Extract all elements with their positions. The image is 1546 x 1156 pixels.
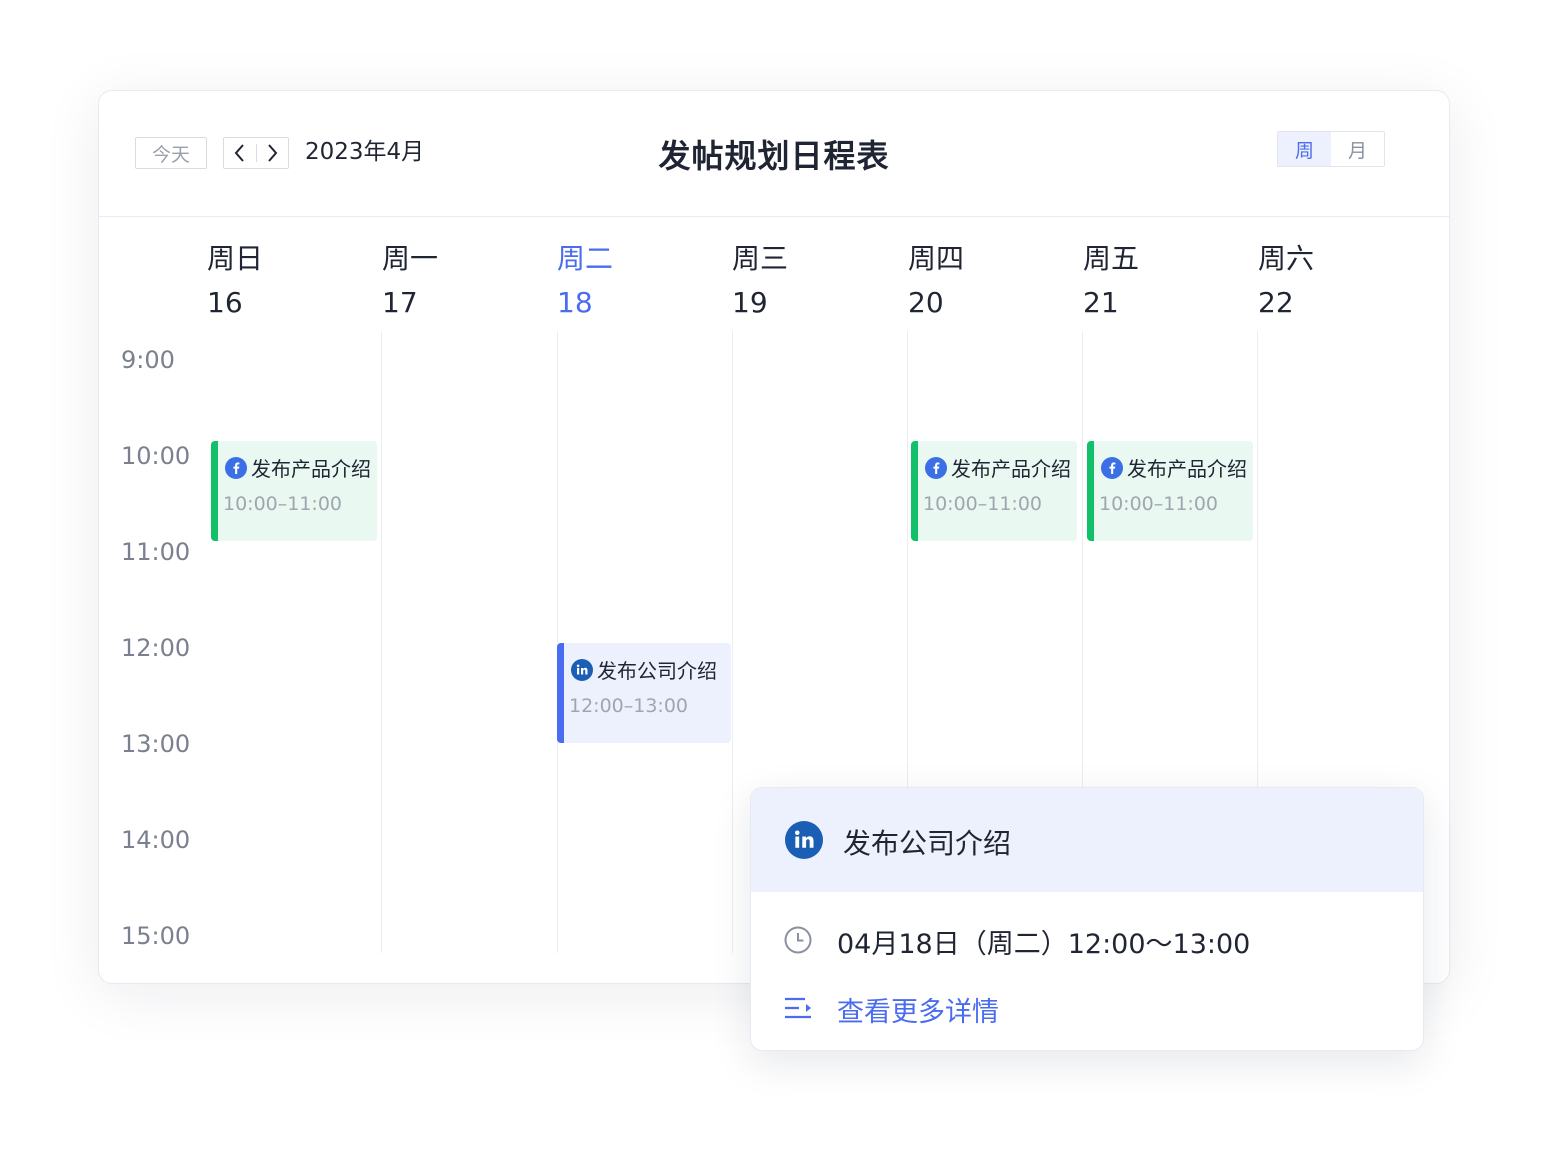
day-header-sun: 周日 16	[207, 239, 377, 323]
day-header-thu: 周四 20	[908, 239, 1078, 323]
time-label: 12:00	[121, 634, 191, 662]
day-header-tue: 周二 18	[557, 239, 727, 323]
facebook-icon	[1101, 456, 1123, 479]
popover-title: 发布公司介绍	[843, 827, 1012, 860]
time-label: 10:00	[121, 442, 191, 470]
event-card[interactable]: 发布公司介绍 12:00–13:00	[557, 643, 731, 743]
view-week-button[interactable]: 周	[1278, 132, 1331, 166]
day-number: 16	[207, 286, 243, 319]
page-title: 发帖规划日程表	[658, 137, 890, 175]
popover-datetime: 04月18日（周二）12:00～13:00	[837, 929, 1251, 960]
calendar-header: 今天 2023年4月 发帖规划日程表 周 月	[99, 91, 1449, 217]
column-divider	[557, 331, 558, 953]
view-switch: 周 月	[1277, 131, 1385, 167]
day-number: 17	[382, 286, 418, 319]
popover-datetime-row: 04月18日（周二）12:00～13:00	[783, 922, 1250, 961]
time-label: 15:00	[121, 922, 191, 950]
day-header-sat: 周六 22	[1258, 239, 1428, 323]
day-name: 周日	[207, 242, 264, 275]
details-list-icon	[783, 993, 813, 1027]
column-divider	[732, 331, 733, 953]
time-label: 14:00	[121, 826, 191, 854]
day-number: 18	[557, 286, 593, 319]
day-name: 周三	[732, 242, 789, 275]
event-title: 发布产品介绍	[251, 457, 371, 481]
popover-header: 发布公司介绍	[751, 788, 1423, 892]
day-header-fri: 周五 21	[1083, 239, 1253, 323]
day-number: 20	[908, 286, 944, 319]
event-title: 发布产品介绍	[951, 457, 1071, 481]
view-month-button[interactable]: 月	[1331, 132, 1384, 166]
day-name: 周一	[382, 242, 439, 275]
day-name: 周五	[1083, 242, 1140, 275]
column-divider	[381, 331, 382, 953]
day-number: 21	[1083, 286, 1119, 319]
event-title: 发布产品介绍	[1127, 457, 1247, 481]
day-name: 周二	[557, 242, 614, 275]
event-title: 发布公司介绍	[597, 659, 717, 683]
day-number: 19	[732, 286, 768, 319]
time-label: 9:00	[121, 346, 175, 374]
clock-icon	[783, 925, 813, 959]
event-time: 10:00–11:00	[1099, 493, 1219, 515]
event-detail-popover: 发布公司介绍 04月18日（周二）12:00～13:00 查看更多详情	[750, 787, 1424, 1051]
event-card[interactable]: 发布产品介绍 10:00–11:00	[211, 441, 377, 541]
time-label: 11:00	[121, 538, 191, 566]
event-card[interactable]: 发布产品介绍 10:00–11:00	[911, 441, 1077, 541]
view-more-details-label: 查看更多详情	[837, 997, 999, 1028]
day-number: 22	[1258, 286, 1294, 319]
event-time: 10:00–11:00	[223, 493, 343, 515]
facebook-icon	[225, 456, 247, 479]
event-time: 12:00–13:00	[569, 695, 689, 717]
view-more-details-link[interactable]: 查看更多详情	[783, 990, 999, 1029]
event-time: 10:00–11:00	[923, 493, 1043, 515]
facebook-icon	[925, 456, 947, 479]
linkedin-icon	[571, 658, 593, 681]
linkedin-icon	[785, 821, 823, 863]
day-header-mon: 周一 17	[382, 239, 552, 323]
day-name: 周四	[908, 242, 965, 275]
event-card[interactable]: 发布产品介绍 10:00–11:00	[1087, 441, 1253, 541]
time-label: 13:00	[121, 730, 191, 758]
day-header-wed: 周三 19	[732, 239, 902, 323]
day-name: 周六	[1258, 242, 1315, 275]
